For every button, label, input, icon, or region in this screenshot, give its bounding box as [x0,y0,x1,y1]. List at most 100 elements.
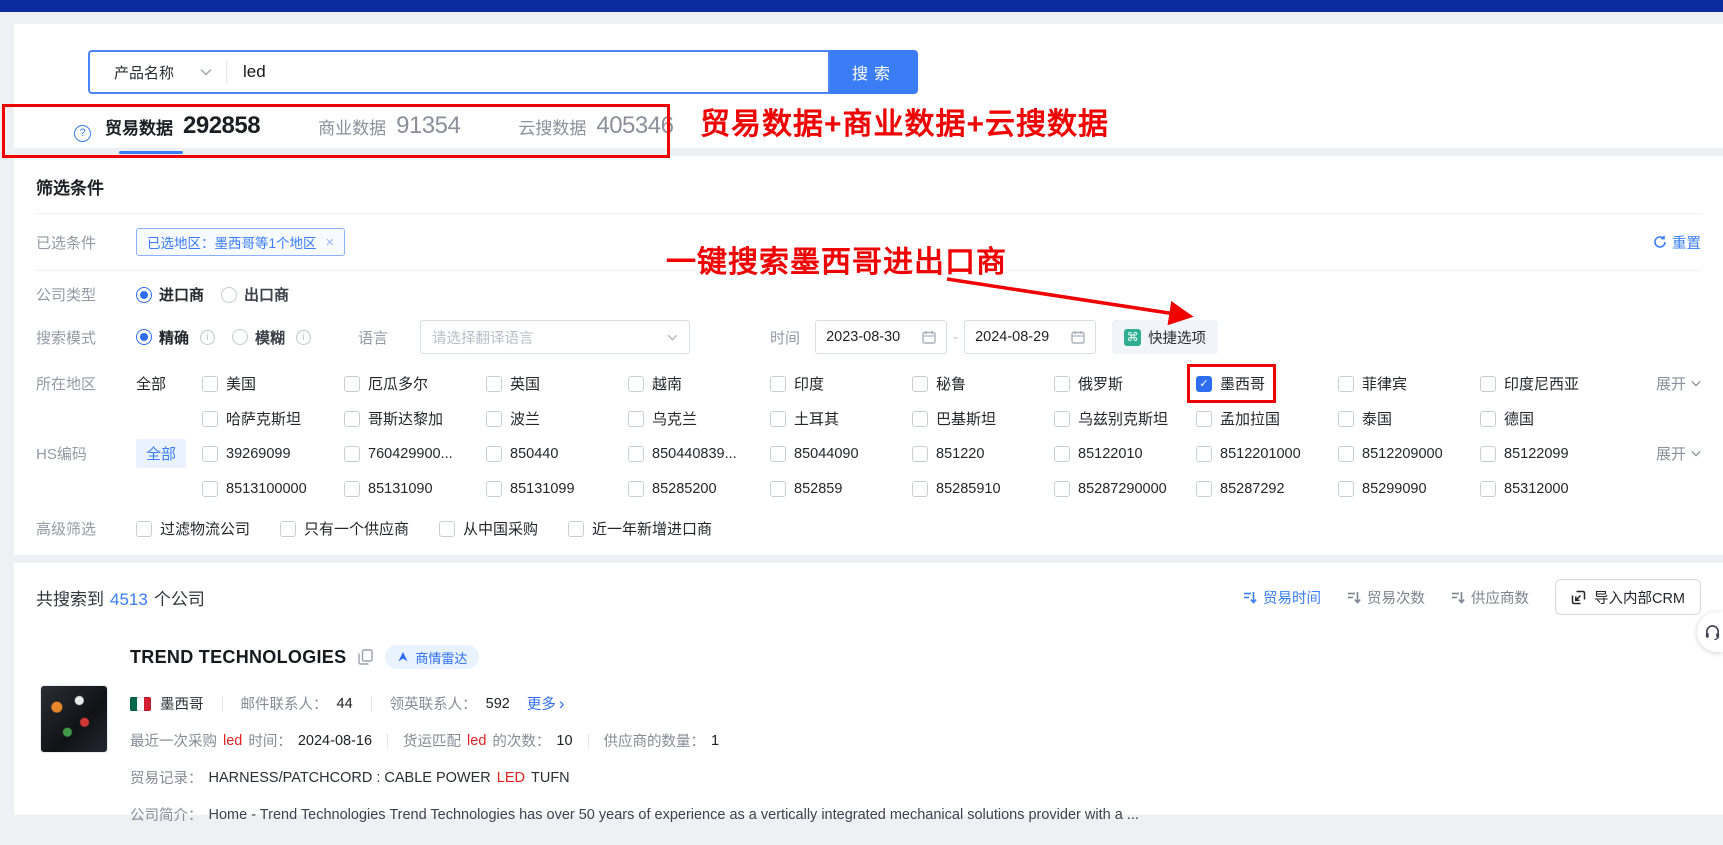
checkbox-item-越南[interactable]: 越南 [628,373,682,394]
radio-option-模糊[interactable]: 模糊i [232,327,311,348]
checkbox-item-8512209000[interactable]: 8512209000 [1338,446,1443,462]
checkbox-item-土耳其[interactable]: 土耳其 [770,408,839,429]
sort-贸易时间[interactable]: 贸易时间 [1243,587,1321,608]
company-card[interactable]: TREND TECHNOLOGIES 商情雷达 墨西哥 邮件联系人： 44 领英… [36,645,1701,845]
hs-all-button[interactable]: 全部 [136,439,196,468]
radio-option-出口商[interactable]: 出口商 [221,284,289,305]
business-radar-badge[interactable]: 商情雷达 [385,645,479,669]
checkbox-item-85287290000[interactable]: 85287290000 [1054,481,1167,497]
last-purchase-label: 最近一次采购 [130,730,217,751]
checkbox-item-85299090[interactable]: 85299090 [1338,481,1427,497]
company-intro-label: 公司简介： [130,804,203,825]
language-select[interactable]: 请选择翻译语言 [420,320,690,354]
checkbox-item-巴基斯坦[interactable]: 巴基斯坦 [912,408,996,429]
hs-expand-button[interactable]: 展开 [1656,443,1701,464]
filter-panel: 筛选条件 已选条件 已选地区：墨西哥等1个地区 × 重置 公司类型 进口商出口商… [14,156,1723,555]
checkbox-box [770,411,786,427]
checkbox-item-39269099[interactable]: 39269099 [202,446,291,462]
calendar-icon [922,330,936,344]
checkbox-box: ✓ [1196,376,1212,392]
checkbox-item-85285910[interactable]: 85285910 [912,481,1001,497]
checkbox-item-从中国采购[interactable]: 从中国采购 [439,518,538,539]
import-crm-button[interactable]: 导入内部CRM [1555,579,1701,615]
more-link[interactable]: 更多 › [527,693,565,714]
radar-icon [397,651,409,663]
checkbox-item-乌兹别克斯坦[interactable]: 乌兹别克斯坦 [1054,408,1168,429]
info-icon[interactable]: i [296,330,311,345]
checkbox-item-秘鲁[interactable]: 秘鲁 [912,373,966,394]
sort-供应商数[interactable]: 供应商数 [1451,587,1529,608]
selected-conditions-label: 已选条件 [36,232,136,253]
search-category-label: 产品名称 [114,62,174,83]
search-input[interactable] [241,61,828,83]
tag-close-icon[interactable]: × [326,234,335,251]
checkbox-item-哥斯达黎加[interactable]: 哥斯达黎加 [344,408,443,429]
checkbox-item-泰国[interactable]: 泰国 [1338,408,1392,429]
checkbox-item-近一年新增进口商[interactable]: 近一年新增进口商 [568,518,712,539]
quick-options-chip[interactable]: ⌘ 快捷选项 [1112,320,1218,354]
checkbox-item-德国[interactable]: 德国 [1480,408,1534,429]
region-item-mexico[interactable]: ✓墨西哥 [1196,373,1265,394]
checkbox-item-85044090[interactable]: 85044090 [770,446,859,462]
checkbox-item-俄罗斯[interactable]: 俄罗斯 [1054,373,1123,394]
checkbox-item-8513100000[interactable]: 8513100000 [202,481,307,497]
search-category-dropdown[interactable]: 产品名称 [90,62,226,83]
checkbox-item-85312000[interactable]: 85312000 [1480,481,1569,497]
info-icon[interactable]: i [200,330,215,345]
checkbox-item-850440839...[interactable]: 850440839... [628,446,737,462]
copy-icon[interactable] [358,649,373,665]
checkbox-item-760429900...[interactable]: 760429900... [344,446,453,462]
checkbox-item-85131099[interactable]: 85131099 [486,481,575,497]
sort-贸易次数[interactable]: 贸易次数 [1347,587,1425,608]
tab-商业数据[interactable]: 商业数据91354 [318,112,460,154]
data-tabs-list: 贸易数据292858 商业数据91354 云搜数据405346 [105,112,673,154]
tab-贸易数据[interactable]: 贸易数据292858 [105,112,260,154]
radio-option-精确[interactable]: 精确i [136,327,215,348]
more-label: 更多 [527,693,556,714]
checkbox-item-85122010[interactable]: 85122010 [1054,446,1143,462]
company-name[interactable]: TREND TECHNOLOGIES [130,647,346,668]
search-mode-row: 搜索模式 精确i模糊i 语言 请选择翻译语言 时间 2023-08-30 - 2… [36,314,1701,366]
time-label: 时间 [770,327,800,348]
checkbox-box [202,411,218,427]
checkbox-box [912,446,928,462]
import-crm-label: 导入内部CRM [1594,587,1685,608]
region-checkbox-grid-2: 哈萨克斯坦 哥斯达黎加 波兰 乌克兰 土耳其 巴基斯坦 乌兹别克斯坦 孟加拉国 泰国 德国 [202,408,1622,429]
tab-云搜数据[interactable]: 云搜数据405346 [518,112,673,154]
company-title-row: TREND TECHNOLOGIES 商情雷达 [130,645,1701,669]
selected-region-tag[interactable]: 已选地区：墨西哥等1个地区 × [136,228,345,256]
checkbox-item-过滤物流公司[interactable]: 过滤物流公司 [136,518,250,539]
region-expand-button[interactable]: 展开 [1656,373,1701,394]
checkbox-item-英国[interactable]: 英国 [486,373,540,394]
search-button[interactable]: 搜索 [830,50,918,94]
reset-button[interactable]: 重置 [1653,232,1701,253]
region-row-1: 所在地区 全部 美国厄瓜多尔英国越南印度秘鲁俄罗斯✓墨西哥菲律宾印度尼西亚 展开 [36,366,1701,401]
checkbox-item-850440[interactable]: 850440 [486,446,558,462]
checkbox-item-85287292[interactable]: 85287292 [1196,481,1285,497]
checkbox-item-美国[interactable]: 美国 [202,373,256,394]
end-date-input[interactable]: 2024-08-29 [964,320,1096,354]
checkbox-item-85131090[interactable]: 85131090 [344,481,433,497]
checkbox-item-852859[interactable]: 852859 [770,481,842,497]
checkbox-box [770,376,786,392]
start-date-input[interactable]: 2023-08-30 [815,320,947,354]
checkbox-label: 85131090 [368,481,433,497]
checkbox-item-85122099[interactable]: 85122099 [1480,446,1569,462]
checkbox-item-851220[interactable]: 851220 [912,446,984,462]
checkbox-item-乌克兰[interactable]: 乌克兰 [628,408,697,429]
checkbox-item-波兰[interactable]: 波兰 [486,408,540,429]
chevron-down-icon [667,334,678,341]
checkbox-item-85285200[interactable]: 85285200 [628,481,717,497]
checkbox-label: 越南 [652,373,682,394]
checkbox-item-印度尼西亚[interactable]: 印度尼西亚 [1480,373,1579,394]
checkbox-item-孟加拉国[interactable]: 孟加拉国 [1196,408,1280,429]
checkbox-item-只有一个供应商[interactable]: 只有一个供应商 [280,518,409,539]
checkbox-item-厄瓜多尔[interactable]: 厄瓜多尔 [344,373,428,394]
checkbox-item-8512201000[interactable]: 8512201000 [1196,446,1301,462]
radio-option-进口商[interactable]: 进口商 [136,284,204,305]
checkbox-item-菲律宾[interactable]: 菲律宾 [1338,373,1407,394]
checkbox-item-印度[interactable]: 印度 [770,373,824,394]
help-question-icon[interactable]: ? [74,125,91,142]
region-all-button[interactable]: 全部 [136,373,196,394]
checkbox-item-哈萨克斯坦[interactable]: 哈萨克斯坦 [202,408,301,429]
